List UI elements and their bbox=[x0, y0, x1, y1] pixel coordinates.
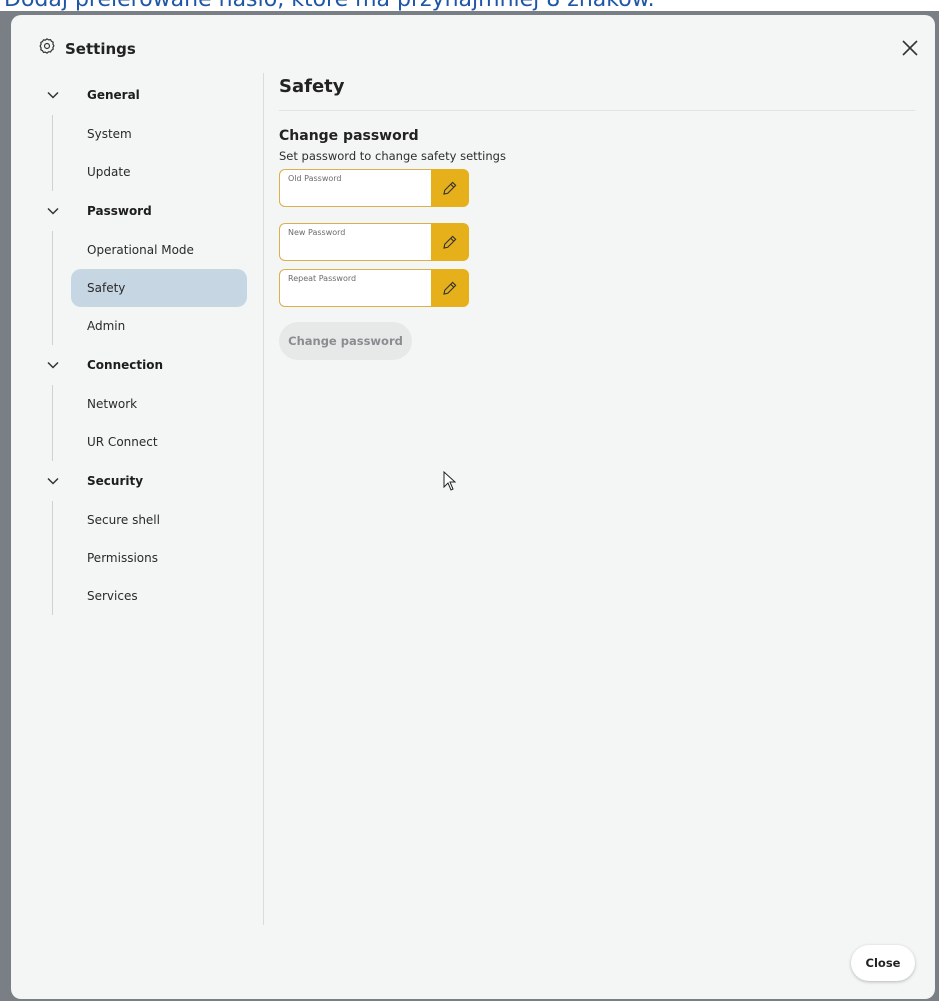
pencil-icon bbox=[443, 181, 457, 195]
nav-group-security[interactable]: Security bbox=[11, 461, 263, 501]
gear-icon bbox=[38, 37, 56, 60]
sidebar-item-services[interactable]: Services bbox=[71, 577, 247, 615]
safety-panel: Safety Change password Set password to c… bbox=[279, 73, 915, 360]
edit-new-password-button[interactable] bbox=[431, 223, 469, 261]
sidebar-item-update[interactable]: Update bbox=[71, 153, 247, 191]
repeat-password-field: Repeat Password bbox=[279, 269, 469, 307]
change-password-button[interactable]: Change password bbox=[279, 322, 412, 360]
nav-sublist-general: System Update bbox=[11, 115, 263, 191]
old-password-input[interactable]: Old Password bbox=[279, 169, 431, 207]
sidebar-item-system[interactable]: System bbox=[71, 115, 247, 153]
repeat-password-input[interactable]: Repeat Password bbox=[279, 269, 431, 307]
pencil-icon bbox=[443, 281, 457, 295]
settings-nav: General System Update Password Operation… bbox=[11, 75, 263, 615]
edit-repeat-password-button[interactable] bbox=[431, 269, 469, 307]
nav-sublist-password: Operational Mode Safety Admin bbox=[11, 231, 263, 345]
nav-group-label: General bbox=[87, 88, 140, 102]
tree-line bbox=[52, 115, 53, 191]
close-icon[interactable] bbox=[899, 37, 921, 59]
dialog-header: Settings bbox=[38, 37, 136, 60]
tree-line bbox=[52, 501, 53, 615]
nav-group-general[interactable]: General bbox=[11, 75, 263, 115]
nav-group-password[interactable]: Password bbox=[11, 191, 263, 231]
sidebar-item-operational-mode[interactable]: Operational Mode bbox=[71, 231, 247, 269]
section-title: Change password bbox=[279, 128, 419, 144]
chevron-down-icon bbox=[47, 477, 59, 485]
field-label: Old Password bbox=[288, 174, 342, 183]
chevron-down-icon bbox=[47, 91, 59, 99]
close-button[interactable]: Close bbox=[851, 945, 915, 981]
sidebar-item-safety[interactable]: Safety bbox=[71, 269, 247, 307]
sidebar-item-secure-shell[interactable]: Secure shell bbox=[71, 501, 247, 539]
chevron-down-icon bbox=[47, 361, 59, 369]
old-password-field: Old Password bbox=[279, 169, 469, 207]
new-password-field: New Password bbox=[279, 223, 469, 261]
sidebar-item-ur-connect[interactable]: UR Connect bbox=[71, 423, 247, 461]
sidebar-item-admin[interactable]: Admin bbox=[71, 307, 247, 345]
nav-sublist-connection: Network UR Connect bbox=[11, 385, 263, 461]
nav-group-label: Password bbox=[87, 204, 152, 218]
nav-divider bbox=[263, 73, 264, 925]
settings-dialog: Settings General System Update Password … bbox=[11, 15, 935, 999]
dialog-title: Settings bbox=[65, 39, 136, 58]
nav-group-connection[interactable]: Connection bbox=[11, 345, 263, 385]
page-title: Safety bbox=[279, 76, 345, 97]
divider bbox=[279, 110, 915, 111]
tree-line bbox=[52, 231, 53, 345]
sidebar-item-network[interactable]: Network bbox=[71, 385, 247, 423]
new-password-input[interactable]: New Password bbox=[279, 223, 431, 261]
pencil-icon bbox=[443, 235, 457, 249]
tree-line bbox=[52, 385, 53, 461]
mouse-cursor-icon bbox=[443, 471, 457, 491]
edit-old-password-button[interactable] bbox=[431, 169, 469, 207]
chevron-down-icon bbox=[47, 207, 59, 215]
nav-sublist-security: Secure shell Permissions Services bbox=[11, 501, 263, 615]
field-label: New Password bbox=[288, 228, 346, 237]
field-label: Repeat Password bbox=[288, 274, 357, 283]
nav-group-label: Connection bbox=[87, 358, 164, 372]
section-description: Set password to change safety settings bbox=[279, 149, 506, 163]
nav-group-label: Security bbox=[87, 474, 144, 488]
sidebar-item-permissions[interactable]: Permissions bbox=[71, 539, 247, 577]
